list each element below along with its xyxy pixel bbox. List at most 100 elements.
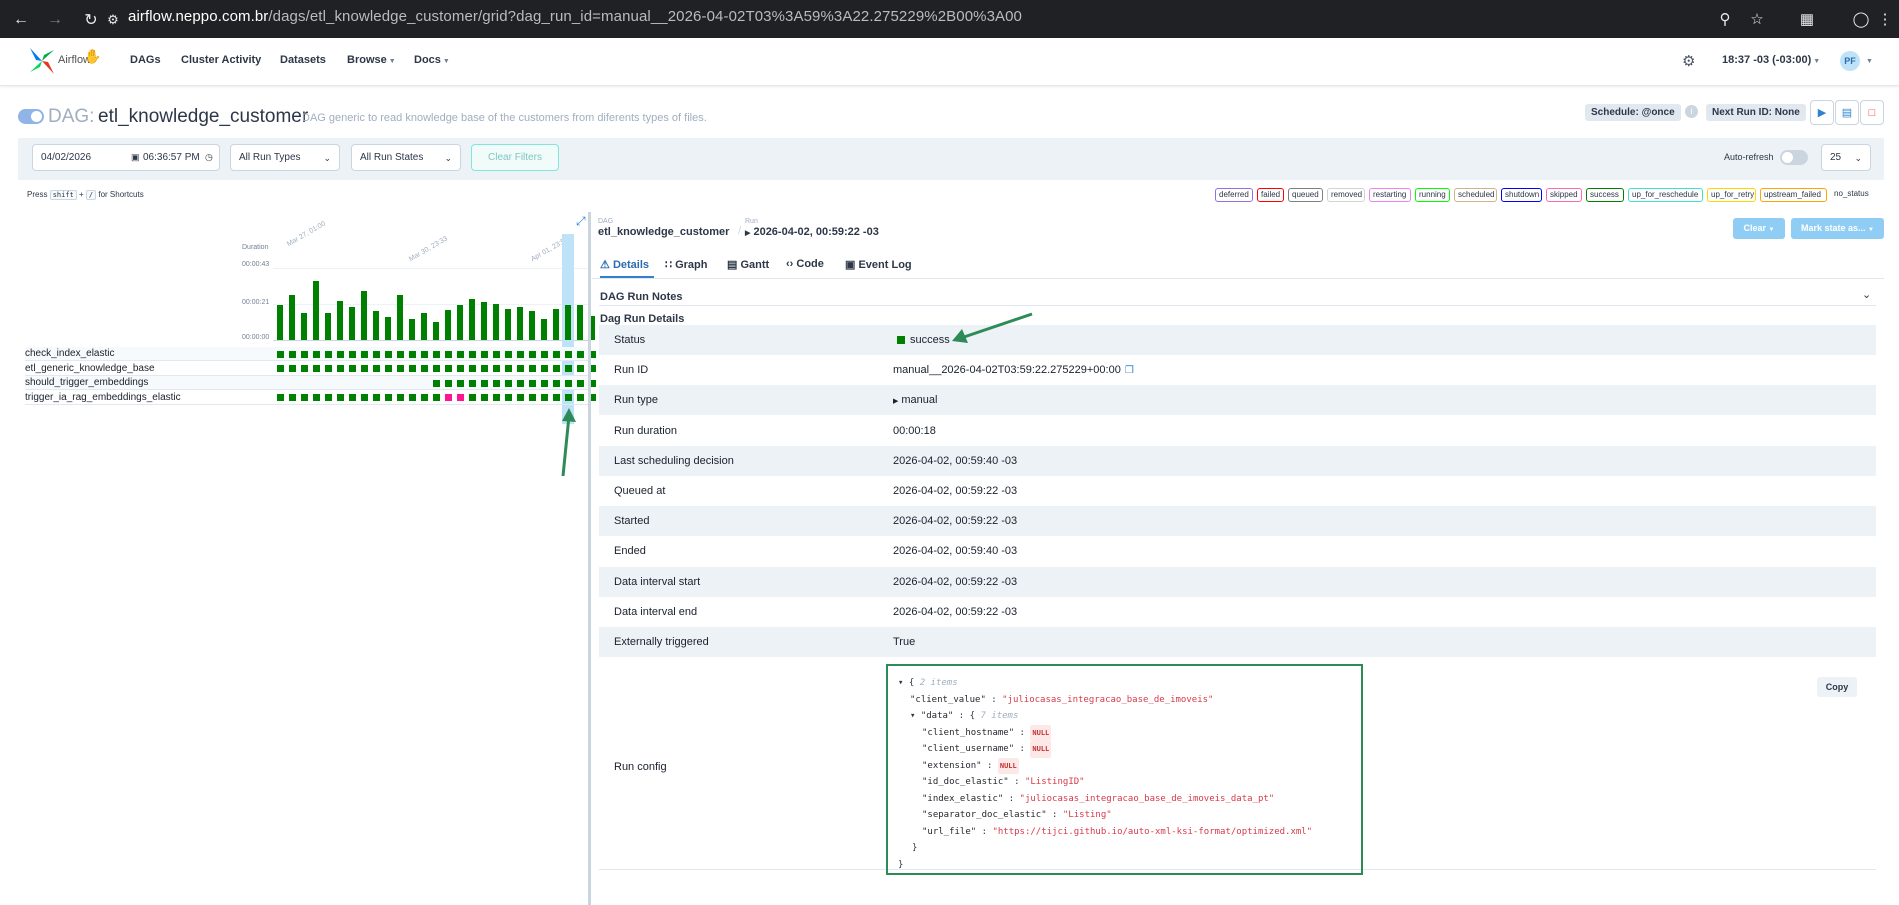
task-instance-success[interactable] [529,394,536,401]
timezone-menu[interactable]: 18:37 -03 (-03:00) ▼ [1722,54,1820,66]
legend-success[interactable]: success [1586,188,1624,202]
task-instance-success[interactable] [517,350,524,358]
forward-icon[interactable]: → [42,7,68,33]
chevron-down-icon[interactable]: ⌄ [1862,288,1871,301]
task-instance-success[interactable] [289,350,296,358]
duration-bar[interactable] [301,313,307,340]
task-instance-success[interactable] [337,394,344,401]
task-instance-success[interactable] [289,365,296,372]
collapse-grid-icon[interactable]: ⤢ [576,214,586,229]
profile-icon[interactable]: ◯ [1850,8,1872,30]
task-instance-success[interactable] [553,365,560,372]
task-instance-success[interactable] [553,379,560,387]
task-instance-skipped[interactable] [457,394,464,401]
task-instance-success[interactable] [409,350,416,358]
task-name[interactable]: should_trigger_embeddings [25,377,148,388]
task-instance-success[interactable] [361,365,368,372]
extensions-icon[interactable]: ▦ [1796,8,1818,30]
task-instance-success[interactable] [457,365,464,372]
nav-cluster-activity[interactable]: Cluster Activity [181,54,261,66]
task-instance-success[interactable] [517,379,524,387]
task-instance-success[interactable] [325,365,332,372]
duration-bar[interactable] [553,309,559,340]
breadcrumb-dag[interactable]: etl_knowledge_customer [598,226,729,238]
task-instance-success[interactable] [577,379,584,387]
task-instance-success[interactable] [469,379,476,387]
duration-bar[interactable] [433,322,439,340]
task-instance-success[interactable] [433,365,440,372]
legend-up-for-reschedule[interactable]: up_for_reschedule [1628,188,1703,202]
task-instance-success[interactable] [505,365,512,372]
legend-removed[interactable]: removed [1327,188,1365,202]
task-instance-success[interactable] [481,350,488,358]
task-instance-success[interactable] [277,350,284,358]
task-instance-success[interactable] [493,394,500,401]
nav-browse[interactable]: Browse ▼ [347,54,396,66]
legend-upstream-failed[interactable]: upstream_failed [1760,188,1827,202]
parse-dag-button[interactable]: ▤ [1835,100,1859,125]
avatar[interactable]: PF [1840,51,1860,71]
task-instance-success[interactable] [577,394,584,401]
trigger-dag-button[interactable]: ▶ [1810,100,1834,125]
task-instance-success[interactable] [277,365,284,372]
task-name[interactable]: trigger_ia_rag_embeddings_elastic [25,392,181,403]
duration-bar[interactable] [277,305,283,340]
legend-shutdown[interactable]: shutdown [1501,188,1542,202]
task-instance-success[interactable] [397,365,404,372]
legend-up-for-retry[interactable]: up_for_retry [1707,188,1756,202]
task-instance-success[interactable] [445,379,452,387]
back-icon[interactable]: ← [8,7,34,33]
task-instance-success[interactable] [541,365,548,372]
task-instance-success[interactable] [385,350,392,358]
clear-run-button[interactable]: Clear ▼ [1733,218,1785,239]
task-instance-success[interactable] [493,350,500,358]
legend-restarting[interactable]: restarting [1369,188,1411,202]
task-instance-success[interactable] [385,394,392,401]
duration-bar[interactable] [457,305,463,340]
task-instance-success[interactable] [373,365,380,372]
task-instance-success[interactable] [577,350,584,358]
task-instance-success[interactable] [301,350,308,358]
task-instance-success[interactable] [541,379,548,387]
duration-bar[interactable] [313,281,319,340]
task-instance-success[interactable] [493,365,500,372]
task-instance-success[interactable] [361,350,368,358]
run-types-select[interactable]: All Run Types ⌄ [230,144,340,171]
task-instance-success[interactable] [553,350,560,358]
task-row-should-trigger-embeddings[interactable]: should_trigger_embeddings [25,376,588,390]
panel-splitter[interactable] [588,212,591,905]
task-instance-success[interactable] [289,394,296,401]
task-instance-success[interactable] [373,394,380,401]
duration-bar[interactable] [469,299,475,340]
task-instance-success[interactable] [517,365,524,372]
run-states-select[interactable]: All Run States ⌄ [351,144,461,171]
task-instance-success[interactable] [433,350,440,358]
duration-bar[interactable] [481,302,487,340]
clear-filters-button[interactable]: Clear Filters [471,144,559,171]
task-instance-success[interactable] [565,365,572,372]
task-instance-success[interactable] [481,365,488,372]
task-instance-success[interactable] [313,394,320,401]
task-instance-success[interactable] [505,379,512,387]
duration-bar[interactable] [421,313,427,340]
task-name[interactable]: etl_generic_knowledge_base [25,363,155,374]
task-instance-success[interactable] [397,350,404,358]
info-icon[interactable]: i [1685,105,1698,118]
duration-bar[interactable] [529,311,535,340]
duration-bar[interactable] [541,319,547,340]
task-instance-success[interactable] [433,394,440,401]
task-instance-success[interactable] [421,350,428,358]
task-instance-success[interactable] [505,394,512,401]
duration-bar[interactable] [505,309,511,340]
page-size-select[interactable]: 25 ⌄ [1821,144,1871,171]
task-instance-success[interactable] [421,365,428,372]
task-instance-success[interactable] [565,350,572,358]
duration-bar[interactable] [409,319,415,340]
copy-icon[interactable]: ❐ [1125,365,1134,376]
bookmark-star-icon[interactable]: ☆ [1746,8,1768,30]
legend-deferred[interactable]: deferred [1215,188,1253,202]
duration-bar[interactable] [373,311,379,340]
tab-event-log[interactable]: ▣ Event Log [845,258,912,271]
task-instance-success[interactable] [457,379,464,387]
duration-bar[interactable] [289,295,295,340]
